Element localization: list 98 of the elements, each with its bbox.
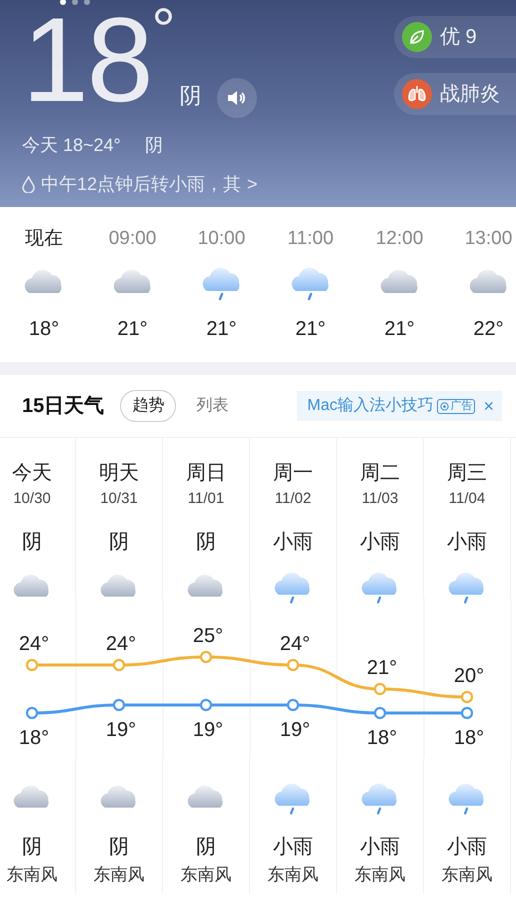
data-point [200, 650, 212, 664]
night-condition: 阴 [109, 835, 129, 860]
temperature-label: 19° [106, 719, 136, 741]
night-condition: 阴 [22, 835, 42, 860]
data-point [112, 658, 126, 672]
drop-icon [22, 176, 35, 193]
hour-label: 09:00 [108, 227, 156, 251]
page-dot[interactable] [60, 0, 66, 5]
today-range-text: 今天 18~24° [22, 134, 121, 157]
day-name: 周二 [360, 461, 400, 486]
hour-temperature: 22° [473, 316, 504, 342]
day-condition: 小雨 [360, 530, 400, 554]
hour-label: 11:00 [287, 227, 334, 251]
hour-temperature: 21° [206, 316, 237, 342]
rain-cloud-icon [448, 782, 486, 816]
day-condition: 阴 [109, 530, 129, 554]
hour-label: 10:00 [198, 227, 246, 251]
night-condition: 小雨 [447, 835, 487, 860]
hour-label: 12:00 [376, 227, 424, 251]
data-point [26, 706, 38, 720]
temperature-label: 18° [454, 727, 484, 749]
wind-direction: 东南风 [354, 864, 406, 886]
rain-cloud-icon [274, 570, 312, 605]
ad-tag-text: 广告 [450, 400, 472, 412]
wind-direction: 东南风 [6, 864, 58, 886]
temperature-label: 20° [454, 665, 484, 687]
data-point [112, 698, 126, 712]
day-date: 11/02 [274, 489, 312, 509]
data-point [286, 698, 300, 712]
day-name: 周日 [186, 461, 226, 486]
chevron-link[interactable]: > [247, 171, 258, 198]
rain-cloud-icon [202, 266, 242, 302]
temperature-label: 24° [280, 633, 310, 655]
lungs-icon [402, 79, 432, 109]
target-icon [440, 402, 450, 410]
indicator-pill[interactable]: 优 9 [394, 16, 516, 58]
hour-temperature: 21° [384, 316, 415, 342]
data-point [374, 682, 386, 696]
wind-direction: 东南风 [442, 864, 492, 886]
rain-cloud-icon [361, 570, 399, 605]
day-date: 11/03 [362, 489, 398, 509]
page-dot[interactable] [84, 0, 90, 5]
temperature-label: 25° [192, 625, 224, 647]
hour-temperature: 21° [117, 316, 148, 342]
wind-direction: 东南风 [94, 864, 144, 886]
day-name: 明天 [99, 461, 139, 486]
temperature-label: 19° [280, 719, 310, 741]
hour-label: 13:00 [464, 227, 512, 251]
temperature-label: 19° [192, 719, 224, 741]
wind-direction: 东南风 [268, 864, 318, 886]
indicator-pill[interactable]: 战肺炎 [394, 73, 516, 115]
night-condition: 小雨 [360, 835, 400, 860]
temperature-label: 18° [18, 727, 50, 749]
temperature-label: 21° [366, 657, 398, 679]
page-dot[interactable] [72, 0, 78, 5]
temperature-label: 24° [18, 633, 50, 655]
data-point [460, 690, 474, 704]
rain-alert-text: 中午12点钟后转小雨，其 [41, 173, 242, 196]
day-condition: 小雨 [273, 530, 313, 554]
rain-cloud-icon [290, 266, 330, 302]
temperature-label: 18° [366, 727, 398, 749]
day-date: 11/04 [448, 489, 486, 509]
view-tab[interactable]: 列表 [184, 390, 240, 422]
data-point [26, 658, 38, 672]
night-condition: 阴 [196, 835, 216, 860]
data-point [374, 706, 386, 720]
hour-temperature: 21° [295, 316, 326, 342]
close-button[interactable]: × [483, 397, 494, 415]
day-date: 10/30 [13, 489, 51, 509]
day-name: 周一 [273, 461, 313, 486]
hour-label: 现在 [25, 227, 63, 251]
ad-link[interactable]: Mac输入法小技巧 [307, 394, 434, 418]
hour-temperature: 18° [28, 316, 60, 342]
sound-button[interactable] [217, 78, 258, 118]
view-tab[interactable]: 趋势 [120, 390, 176, 422]
day-condition: 小雨 [447, 530, 487, 554]
rain-cloud-icon [361, 782, 399, 816]
temperature-label: 24° [106, 633, 136, 655]
night-condition: 小雨 [273, 835, 313, 860]
data-point [200, 698, 212, 712]
day-name: 今天 [12, 461, 52, 486]
condition-text: 阴 [179, 82, 202, 110]
degree-sign: ° [151, 10, 176, 50]
day-date: 11/01 [188, 489, 224, 509]
leaf-icon [402, 22, 432, 52]
rain-cloud-icon [448, 570, 486, 605]
temperature: 18 [22, 10, 152, 110]
day-name: 周三 [447, 461, 487, 486]
section-title: 15日天气 [22, 394, 104, 419]
rain-cloud-icon [274, 782, 312, 816]
wind-direction: 东南风 [180, 864, 232, 886]
day-date: 10/31 [100, 489, 138, 509]
data-point [286, 658, 300, 672]
day-condition: 阴 [196, 530, 216, 554]
speaker-icon [227, 90, 248, 106]
data-point [460, 706, 474, 720]
today-condition-text: 阴 [144, 134, 163, 157]
day-condition: 阴 [22, 530, 42, 554]
